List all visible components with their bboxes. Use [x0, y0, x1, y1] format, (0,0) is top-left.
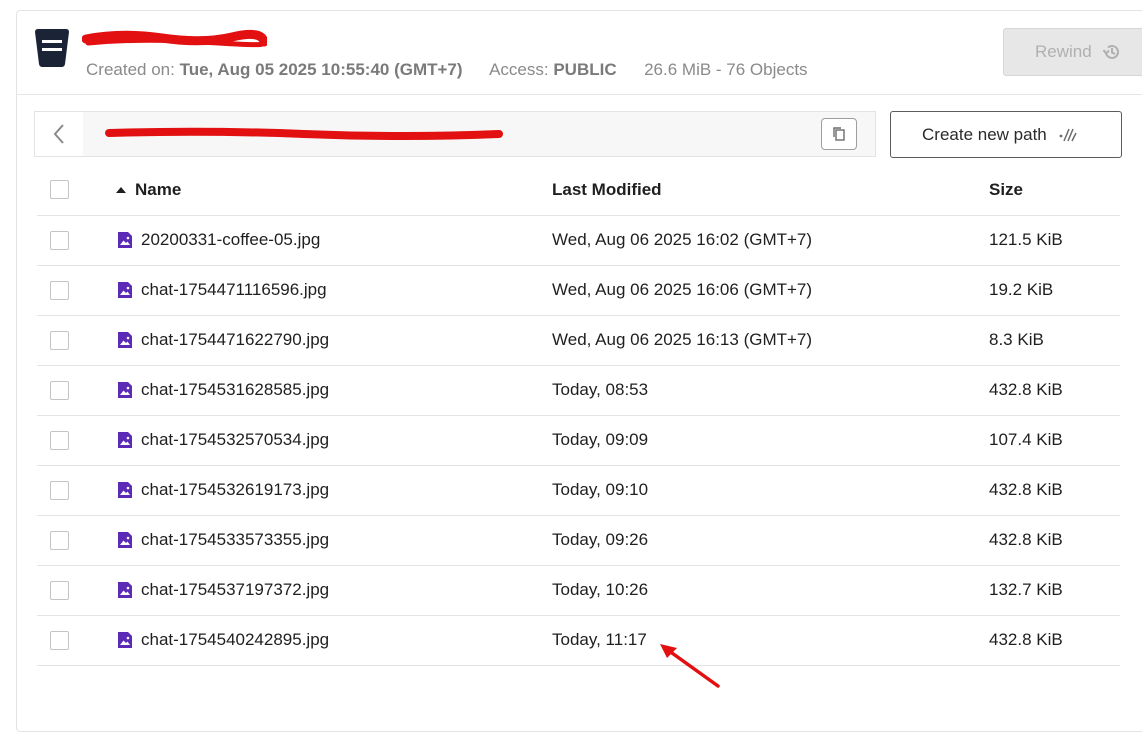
access-value: PUBLIC	[553, 60, 617, 79]
chevron-left-icon	[53, 124, 64, 144]
bucket-icon	[35, 29, 69, 67]
image-file-icon	[118, 632, 132, 648]
file-name: chat-1754471116596.jpg	[141, 280, 327, 299]
image-file-icon	[118, 382, 132, 398]
file-name-cell[interactable]: chat-1754471622790.jpg	[117, 330, 329, 350]
image-file-icon	[118, 532, 132, 548]
history-icon	[1102, 44, 1119, 59]
file-name: chat-1754531628585.jpg	[141, 380, 330, 399]
file-name: chat-1754540242895.jpg	[141, 630, 330, 649]
bucket-usage: 26.6 MiB - 76 Objects	[644, 60, 808, 79]
created-label: Created on:	[86, 60, 175, 79]
size-cell: 432.8 KiB	[989, 630, 1063, 649]
column-header-size[interactable]: Size	[989, 180, 1023, 200]
image-file-icon	[118, 332, 132, 348]
last-modified-cell: Today, 11:17	[552, 630, 647, 649]
file-name: chat-1754532570534.jpg	[141, 430, 330, 449]
file-name-cell[interactable]: 20200331-coffee-05.jpg	[117, 230, 320, 250]
size-cell: 432.8 KiB	[989, 530, 1063, 549]
file-name-cell[interactable]: chat-1754537197372.jpg	[117, 580, 329, 600]
table-row[interactable]: 20200331-coffee-05.jpg Wed, Aug 06 2025 1…	[37, 216, 1120, 266]
image-file-icon	[118, 282, 132, 298]
table-row[interactable]: chat-1754537197372.jpg Today, 10:26 132.7 …	[37, 566, 1120, 616]
size-cell: 107.4 KiB	[989, 430, 1063, 449]
row-checkbox[interactable]	[50, 231, 69, 250]
image-file-icon	[118, 482, 132, 498]
row-checkbox[interactable]	[50, 381, 69, 400]
size-cell: 132.7 KiB	[989, 580, 1063, 599]
size-cell: 19.2 KiB	[989, 280, 1054, 299]
rewind-label: Rewind	[1035, 42, 1092, 61]
file-name: chat-1754533573355.jpg	[141, 530, 330, 549]
sort-asc-icon	[116, 187, 126, 193]
table-row[interactable]: chat-1754471116596.jpg Wed, Aug 06 2025 1…	[37, 266, 1120, 316]
last-modified-cell: Wed, Aug 06 2025 16:06 (GMT+7)	[552, 280, 813, 299]
bucket-meta: Created on: Tue, Aug 05 2025 10:55:40 (G…	[86, 60, 808, 80]
last-modified-cell: Today, 09:26	[552, 530, 649, 549]
file-name-cell[interactable]: chat-1754533573355.jpg	[117, 530, 329, 550]
last-modified-cell: Today, 08:53	[552, 380, 649, 399]
row-checkbox[interactable]	[50, 431, 69, 450]
last-modified-cell: Wed, Aug 06 2025 16:13 (GMT+7)	[552, 330, 813, 349]
select-all-checkbox[interactable]	[50, 180, 69, 199]
last-modified-cell: Today, 10:26	[552, 580, 649, 599]
access-label: Access:	[489, 60, 549, 79]
copy-path-button[interactable]	[821, 118, 857, 150]
file-name-cell[interactable]: chat-1754471116596.jpg	[117, 280, 327, 300]
file-name: chat-1754532619173.jpg	[141, 480, 330, 499]
row-checkbox[interactable]	[50, 581, 69, 600]
table-row[interactable]: chat-1754533573355.jpg Today, 09:26 432.8 …	[37, 516, 1120, 566]
column-header-name[interactable]: Name	[115, 180, 181, 200]
rewind-button[interactable]: Rewind	[1003, 28, 1142, 76]
table-row[interactable]: chat-1754532619173.jpg Today, 09:10 432.8 …	[37, 466, 1120, 516]
row-checkbox[interactable]	[50, 631, 69, 650]
size-cell: 432.8 KiB	[989, 480, 1063, 499]
column-header-last-modified[interactable]: Last Modified	[552, 180, 662, 200]
file-name-cell[interactable]: chat-1754532570534.jpg	[117, 430, 329, 450]
last-modified-cell: Today, 09:09	[552, 430, 649, 449]
table-row[interactable]: chat-1754540242895.jpg Today, 11:17 432.8 …	[37, 616, 1120, 666]
create-path-label: Create new path	[922, 124, 1047, 144]
file-name-cell[interactable]: chat-1754532619173.jpg	[117, 480, 329, 500]
row-checkbox[interactable]	[50, 531, 69, 550]
copy-icon	[833, 127, 845, 141]
image-file-icon	[118, 582, 132, 598]
table-row[interactable]: chat-1754471622790.jpg Wed, Aug 06 2025 1…	[37, 316, 1120, 366]
file-name: chat-1754471622790.jpg	[141, 330, 330, 349]
table-row[interactable]: chat-1754531628585.jpg Today, 08:53 432.8 …	[37, 366, 1120, 416]
row-checkbox[interactable]	[50, 331, 69, 350]
table-row[interactable]: chat-1754532570534.jpg Today, 09:09 107.4 …	[37, 416, 1120, 466]
table-header: Name Last Modified Size	[37, 165, 1120, 216]
back-button[interactable]	[35, 112, 84, 156]
created-value: Tue, Aug 05 2025 10:55:40 (GMT+7)	[179, 60, 463, 79]
row-checkbox[interactable]	[50, 281, 69, 300]
path-redaction	[105, 127, 503, 140]
last-modified-cell: Wed, Aug 06 2025 16:02 (GMT+7)	[552, 230, 813, 249]
objects-table: Name Last Modified Size 20200331-coffee-…	[37, 165, 1120, 666]
header-divider	[16, 94, 1142, 95]
size-cell: 8.3 KiB	[989, 330, 1044, 349]
file-name: chat-1754537197372.jpg	[141, 580, 330, 599]
last-modified-cell: Today, 09:10	[552, 480, 649, 499]
new-path-icon	[1059, 128, 1077, 141]
bucket-name-redaction	[82, 29, 267, 48]
file-name: 20200331-coffee-05.jpg	[141, 230, 321, 249]
size-cell: 121.5 KiB	[989, 230, 1063, 249]
image-file-icon	[118, 232, 132, 248]
create-new-path-button[interactable]: Create new path	[890, 111, 1122, 158]
file-name-cell[interactable]: chat-1754540242895.jpg	[117, 630, 329, 650]
file-name-cell[interactable]: chat-1754531628585.jpg	[117, 380, 329, 400]
annotation-arrow	[660, 644, 720, 688]
row-checkbox[interactable]	[50, 481, 69, 500]
size-cell: 432.8 KiB	[989, 380, 1063, 399]
image-file-icon	[118, 432, 132, 448]
